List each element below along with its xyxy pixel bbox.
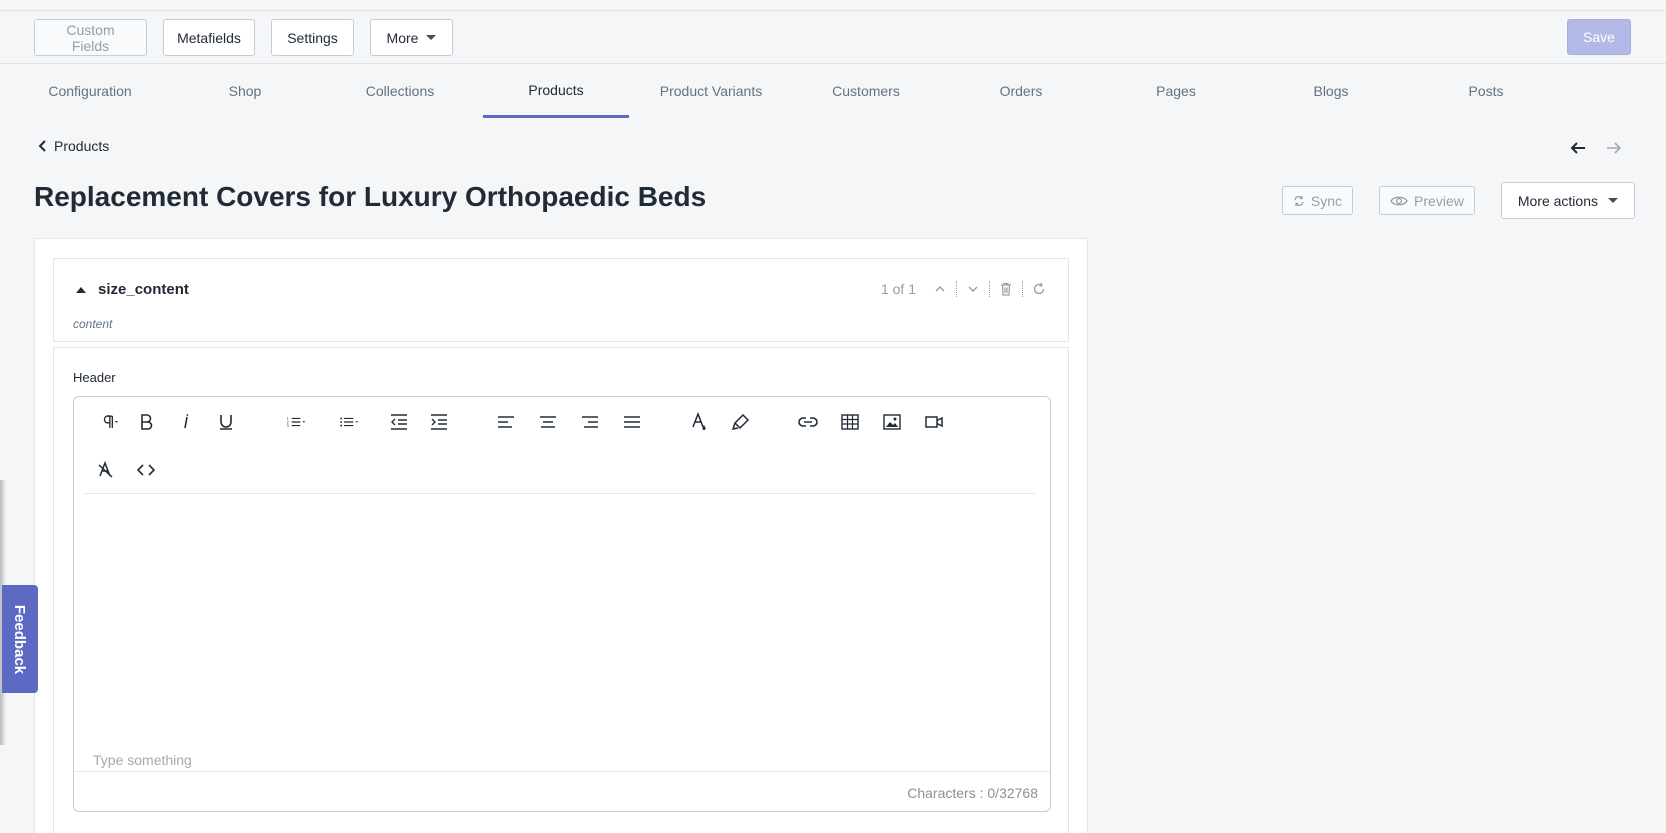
title-actions: Sync Preview More actions [1281,182,1635,219]
tab-pages[interactable]: Pages [1103,64,1249,118]
more-label: More [386,29,419,46]
custom-fields-button[interactable]: Custom Fields [34,19,147,56]
sync-label: Sync [1310,192,1343,209]
separator [989,281,990,297]
section-header: size_content content 1 of 1 [53,258,1069,342]
indent-icon[interactable] [427,410,451,434]
bullet-list-icon[interactable] [332,410,366,434]
section-controls: 1 of 1 [881,281,1046,297]
svg-text:3: 3 [287,424,289,428]
content-card: size_content content 1 of 1 Header 1 2 3… [34,238,1088,833]
editor-toolbar-row-1: 123 [74,397,1050,445]
preview-label: Preview [1414,192,1464,209]
field-label: Header [73,370,116,385]
page-title: Replacement Covers for Luxury Orthopaedi… [34,181,707,212]
editor-placeholder: Type something [93,752,192,768]
chevron-left-icon [38,140,46,152]
section-toggle[interactable]: size_content [76,281,189,298]
eye-icon [1390,196,1408,205]
refresh-icon[interactable] [1032,282,1046,296]
arrow-left-icon[interactable] [1568,138,1588,158]
chevron-down-icon[interactable] [966,282,980,296]
section-pager: 1 of 1 [880,281,916,297]
top-toolbar: Custom Fields Metafields Settings More [34,19,453,56]
rich-text-editor[interactable]: 123 Type something Characters: 0/32768 [73,396,1051,812]
section-subtitle: content [73,317,113,331]
text-color-icon[interactable] [687,410,711,434]
tab-collections[interactable]: Collections [327,64,473,118]
character-counter: Characters : 0/32768 [907,785,1038,801]
more-dropdown-button[interactable]: More [370,19,453,56]
tab-product-variants[interactable]: Product Variants [638,64,784,118]
caret-down-icon [1608,198,1618,203]
code-view-icon[interactable] [134,458,158,482]
align-right-icon[interactable] [578,410,602,434]
caret-up-icon [76,286,86,293]
align-center-icon[interactable] [536,410,560,434]
header-field-block: Header 123 Type something Characters: 0… [53,347,1069,833]
ordered-list-icon[interactable]: 123 [279,410,313,434]
metafields-button[interactable]: Metafields [163,19,255,56]
clear-format-icon[interactable] [94,458,118,482]
tab-customers[interactable]: Customers [793,64,939,118]
underline-icon[interactable] [214,410,238,434]
tab-products[interactable]: Products [483,64,629,118]
paragraph-format-icon[interactable] [94,410,124,434]
bold-icon[interactable] [134,410,158,434]
more-actions-label: More actions [1517,192,1598,209]
tab-posts[interactable]: Posts [1413,64,1559,118]
tab-configuration[interactable]: Configuration [17,64,163,118]
tab-shop[interactable]: Shop [172,64,318,118]
caret-down-icon [426,35,437,40]
tab-orders[interactable]: Orders [948,64,1094,118]
trash-icon[interactable] [999,282,1013,296]
feedback-label: Feedback [11,604,29,674]
tab-blogs[interactable]: Blogs [1258,64,1404,118]
align-justify-icon[interactable] [620,410,644,434]
preview-button[interactable]: Preview [1379,186,1475,215]
more-actions-button[interactable]: More actions [1500,182,1635,219]
feedback-tab[interactable]: Feedback [2,585,38,693]
settings-button[interactable]: Settings [271,19,354,56]
link-icon[interactable] [796,410,820,434]
record-navigation [1568,138,1624,158]
sync-icon [1294,195,1304,206]
outdent-icon[interactable] [387,410,411,434]
separator [1022,281,1023,297]
top-divider [0,10,1666,11]
section-tabs: Configuration Shop Collections Products … [0,64,1640,118]
sync-button[interactable]: Sync [1281,186,1354,215]
section-name: size_content [98,281,189,298]
save-button[interactable]: Save [1567,19,1631,55]
italic-icon[interactable] [174,410,198,434]
image-icon[interactable] [880,410,904,434]
separator [956,281,957,297]
editor-toolbar-row-2 [74,445,1050,493]
highlight-icon[interactable] [729,410,753,434]
toolbar-divider [83,493,1035,494]
chevron-up-icon[interactable] [933,282,947,296]
align-left-icon[interactable] [494,410,518,434]
table-icon[interactable] [838,410,862,434]
video-icon[interactable] [922,410,946,434]
breadcrumb-label: Products [54,138,110,154]
counter-divider [74,771,1050,772]
arrow-right-icon[interactable] [1604,138,1624,158]
breadcrumb[interactable]: Products [38,138,109,154]
